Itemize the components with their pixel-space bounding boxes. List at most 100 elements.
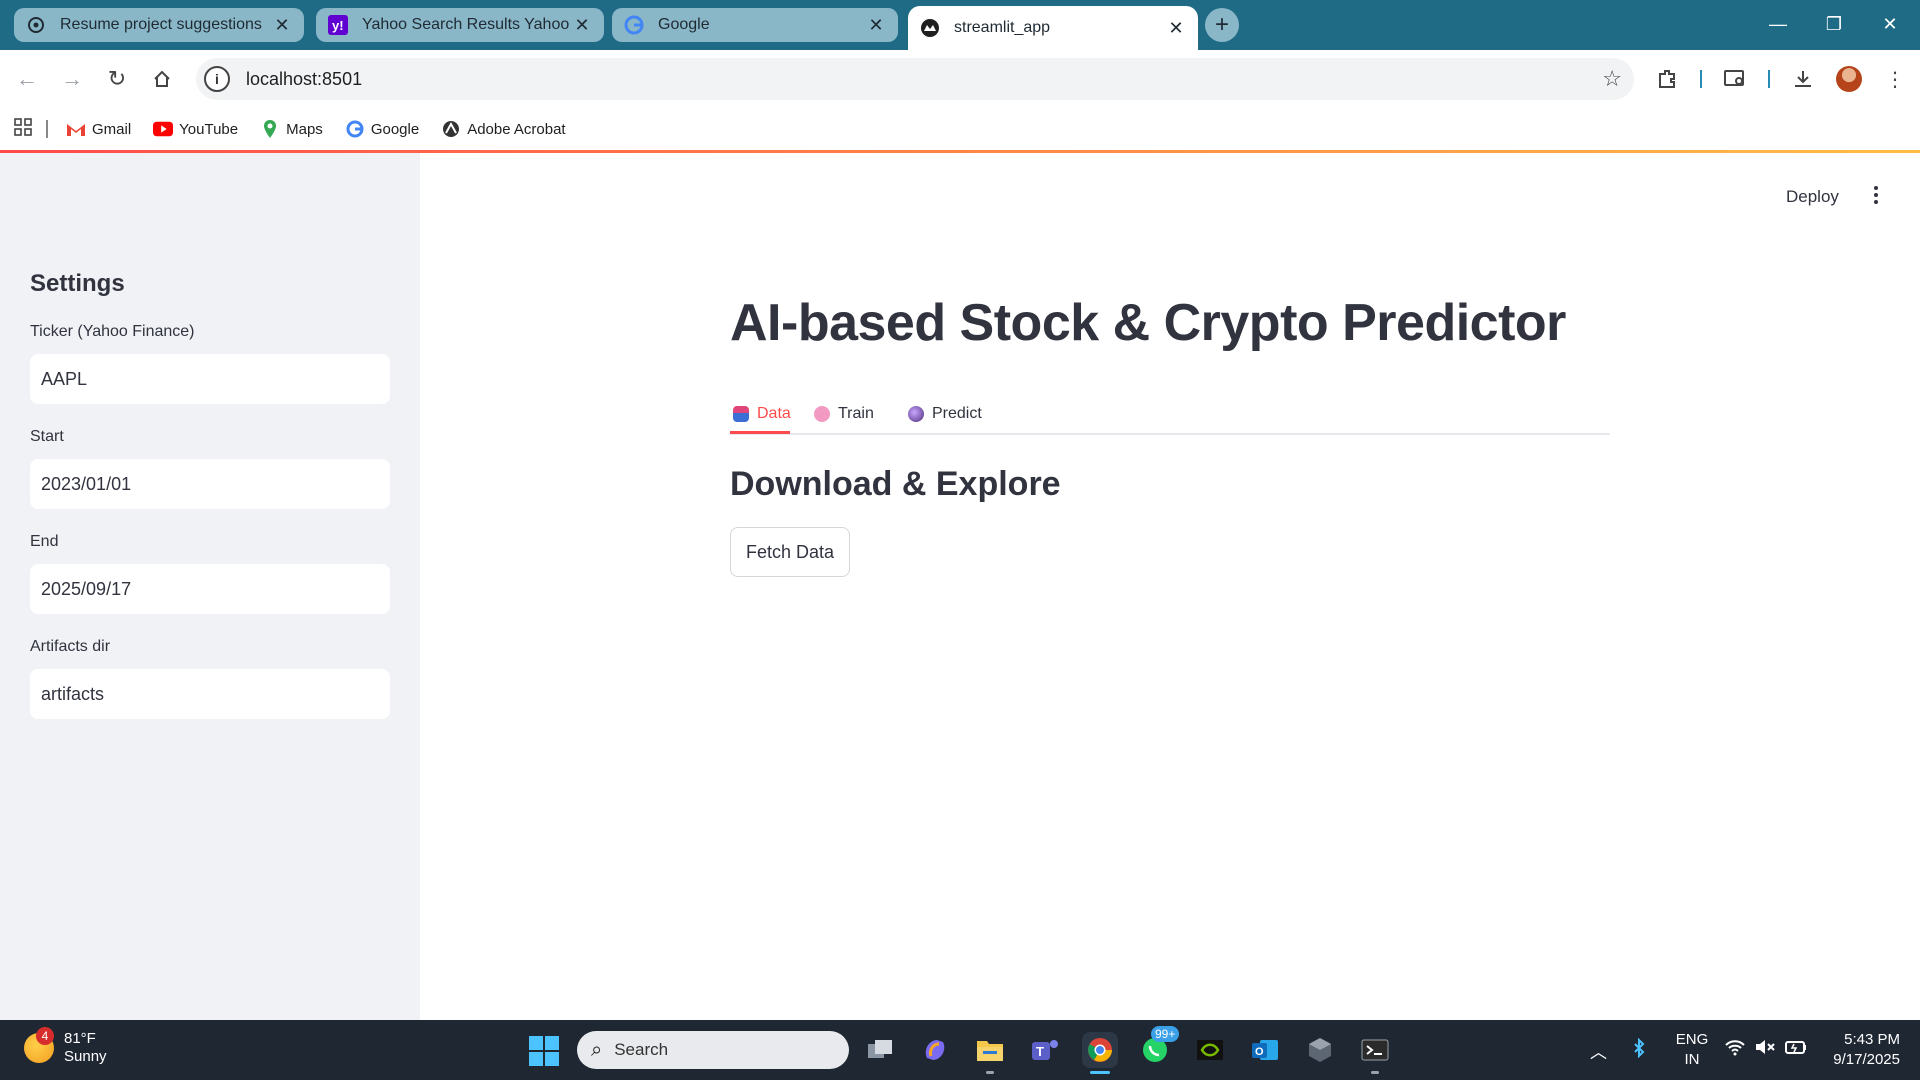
extensions-icon[interactable] — [1652, 64, 1682, 94]
close-icon[interactable]: ✕ — [272, 15, 292, 36]
tab-title: Resume project suggestions — [60, 16, 262, 33]
tab-title: Google — [658, 16, 710, 33]
back-icon[interactable]: ← — [10, 62, 44, 96]
end-date-input[interactable]: 2025/09/17 — [30, 564, 390, 614]
bookmark-star-icon[interactable]: ☆ — [1602, 66, 1622, 92]
bluetooth-icon[interactable] — [1632, 1037, 1646, 1063]
reload-icon[interactable]: ↻ — [100, 62, 134, 96]
close-icon[interactable]: ✕ — [1166, 18, 1186, 39]
weather-widget[interactable]: 4 81°F Sunny — [24, 1027, 107, 1066]
page-title: AI-based Stock & Crypto Predictor — [730, 294, 1566, 352]
tab-title: streamlit_app — [954, 19, 1051, 36]
tab-train[interactable]: Train — [814, 397, 874, 431]
browser-tab-resume[interactable]: Resume project suggestions ✕ — [14, 8, 304, 42]
restore-icon[interactable]: ❐ — [1806, 0, 1862, 48]
tab-label: Data — [757, 405, 791, 422]
bookmark-maps[interactable]: Maps — [260, 120, 323, 138]
chrome-icon[interactable] — [1082, 1032, 1118, 1074]
search-placeholder: Search — [614, 1040, 669, 1059]
site-info-icon[interactable]: i — [204, 66, 230, 92]
terminal-icon[interactable] — [1357, 1032, 1393, 1074]
system-clock[interactable]: 5:43 PM 9/17/2025 — [1820, 1030, 1900, 1070]
profile-avatar[interactable] — [1836, 66, 1862, 92]
battery-icon[interactable] — [1784, 1038, 1808, 1061]
volume-muted-icon[interactable] — [1754, 1038, 1776, 1061]
toolbar-divider — [1700, 70, 1702, 88]
toolbar-divider — [1768, 70, 1770, 88]
forward-icon[interactable]: → — [55, 62, 89, 96]
end-date-label: End — [30, 533, 59, 550]
nvidia-icon[interactable] — [1192, 1032, 1228, 1068]
window-close-icon[interactable]: ✕ — [1862, 0, 1918, 48]
ticker-input[interactable]: AAPL — [30, 354, 390, 404]
tab-label: Predict — [932, 405, 982, 422]
start-date-label: Start — [30, 428, 64, 445]
browser-toolbar: ← → ↻ i localhost:8501 ☆ ⋮ — [0, 50, 1920, 108]
bookmark-adobe-acrobat[interactable]: Adobe Acrobat — [441, 120, 566, 138]
tab-label: Train — [838, 405, 874, 422]
bookmark-google[interactable]: Google — [345, 120, 419, 138]
windows-start-icon[interactable] — [529, 1036, 559, 1066]
browser-menu-icon[interactable]: ⋮ — [1880, 64, 1910, 94]
main-content: Deploy AI-based Stock & Crypto Predictor… — [420, 153, 1920, 1020]
whatsapp-icon[interactable]: 99+ — [1137, 1026, 1180, 1068]
address-bar[interactable]: i localhost:8501 ☆ — [196, 58, 1634, 100]
bookmarks-bar: Gmail YouTube Maps Google Adobe Acrobat — [0, 108, 1920, 150]
cast-search-icon[interactable] — [1720, 64, 1750, 94]
taskbar-search[interactable]: ⌕ Search — [577, 1031, 849, 1069]
task-view-icon[interactable] — [862, 1032, 898, 1068]
download-icon[interactable] — [1788, 64, 1818, 94]
language-indicator[interactable]: ENG IN — [1672, 1030, 1712, 1070]
new-tab-button[interactable]: + — [1205, 8, 1239, 42]
svg-text:y!: y! — [332, 18, 344, 33]
brain-icon — [814, 406, 830, 422]
chevron-up-icon[interactable]: ︿ — [1590, 1038, 1607, 1063]
maps-icon — [260, 120, 280, 138]
taskbar: 4 81°F Sunny ⌕ Search T 99+ O ︿ ENG IN 5… — [0, 1020, 1920, 1080]
tab-bar: Data Train Predict — [730, 391, 1610, 435]
browser-tab-yahoo[interactable]: y! Yahoo Search Results Yahoo India ✕ — [316, 8, 604, 42]
artifacts-dir-input[interactable]: artifacts — [30, 669, 390, 719]
bookmark-youtube[interactable]: YouTube — [153, 120, 238, 138]
tab-data[interactable]: Data — [733, 397, 791, 431]
running-indicator — [1371, 1071, 1379, 1074]
youtube-icon — [153, 120, 174, 138]
minimize-icon[interactable]: — — [1750, 0, 1806, 48]
close-icon[interactable]: ✕ — [572, 15, 592, 36]
crystal-ball-icon — [908, 406, 924, 422]
google-icon — [624, 15, 644, 35]
bookmark-gmail[interactable]: Gmail — [66, 120, 131, 138]
openai-icon — [26, 15, 46, 35]
active-app-indicator — [1090, 1071, 1110, 1074]
weather-temp: 81°F — [64, 1030, 96, 1047]
copilot-icon[interactable] — [917, 1032, 953, 1068]
browser-tab-streamlit[interactable]: streamlit_app ✕ — [908, 6, 1198, 50]
wifi-icon[interactable] — [1724, 1038, 1746, 1061]
home-icon[interactable] — [145, 62, 179, 96]
svg-text:T: T — [1036, 1044, 1044, 1059]
tab-predict[interactable]: Predict — [908, 397, 982, 431]
teams-icon[interactable]: T — [1027, 1032, 1063, 1068]
yahoo-icon: y! — [328, 15, 348, 35]
acrobat-icon — [441, 120, 461, 138]
inbox-tray-icon — [733, 406, 749, 422]
app-menu-icon[interactable] — [1866, 183, 1886, 207]
cube-app-icon[interactable] — [1302, 1032, 1338, 1068]
fetch-data-button[interactable]: Fetch Data — [730, 527, 850, 577]
url-text: localhost:8501 — [246, 68, 363, 89]
deploy-button[interactable]: Deploy — [1786, 187, 1839, 207]
language-line1: ENG — [1675, 1031, 1709, 1048]
apps-grid-icon[interactable] — [14, 118, 32, 140]
close-icon[interactable]: ✕ — [866, 15, 886, 36]
artifacts-dir-label: Artifacts dir — [30, 638, 111, 655]
bookmark-label: Adobe Acrobat — [467, 120, 566, 138]
bookmark-label: Maps — [286, 120, 323, 138]
clock-date: 9/17/2025 — [1833, 1051, 1900, 1068]
browser-tab-google[interactable]: Google ✕ — [612, 8, 898, 42]
browser-tab-strip: Resume project suggestions ✕ y! Yahoo Se… — [0, 0, 1920, 50]
start-date-input[interactable]: 2023/01/01 — [30, 459, 390, 509]
running-indicator — [986, 1071, 994, 1074]
search-icon: ⌕ — [591, 1038, 603, 1061]
file-explorer-icon[interactable] — [972, 1032, 1008, 1074]
outlook-icon[interactable]: O — [1247, 1032, 1283, 1068]
